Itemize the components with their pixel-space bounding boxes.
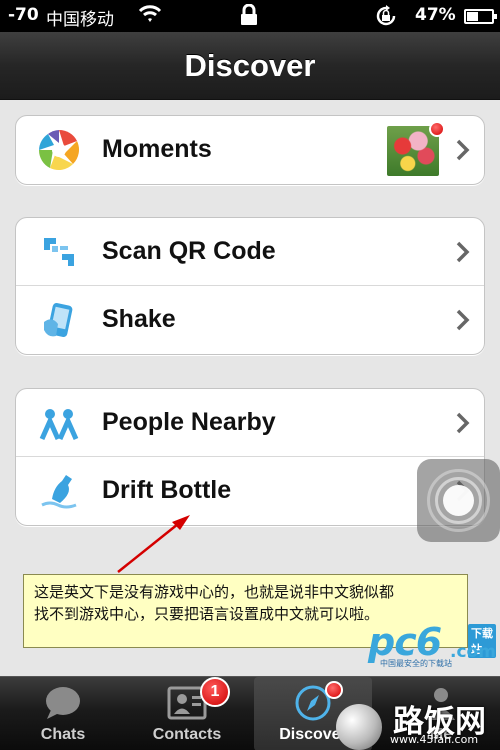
signal-strength: -70 (8, 5, 39, 25)
row-shake[interactable]: Shake (16, 286, 484, 354)
people-nearby-icon (39, 409, 79, 441)
chevron-right-icon (456, 309, 470, 331)
chevron-right-icon (456, 412, 470, 434)
chevron-right-icon (456, 241, 470, 263)
drift-bottle-icon (41, 475, 77, 509)
row-label: Scan QR Code (102, 237, 276, 265)
row-drift-bottle[interactable]: Drift Bottle (16, 457, 484, 525)
tab-chats[interactable]: Chats (4, 677, 122, 750)
contacts-badge: 1 (200, 677, 230, 707)
row-label: Shake (102, 305, 176, 333)
scan-shake-group: Scan QR Code Shake (15, 217, 485, 355)
row-moments[interactable]: Moments (16, 116, 484, 184)
pc6-subtitle: 中国最安全的下载站 (380, 659, 452, 668)
moments-aperture-icon (38, 129, 79, 170)
scan-qr-code-icon (44, 238, 74, 266)
row-label: Drift Bottle (102, 476, 232, 504)
battery-percentage: 47% (415, 5, 456, 25)
row-label: Moments (102, 135, 212, 163)
lufan-url: www.45fan.com (390, 733, 479, 746)
shake-phone-icon (44, 303, 73, 337)
row-label: People Nearby (102, 408, 276, 436)
chevron-right-icon (456, 139, 470, 161)
discover-new-dot (325, 681, 343, 699)
rotation-lock-icon (376, 5, 396, 26)
lock-icon (241, 4, 257, 25)
new-moments-dot (429, 121, 445, 137)
tab-label: Contacts (152, 726, 222, 743)
wifi-icon (138, 5, 162, 22)
lufan-logo-icon (336, 704, 382, 750)
chat-bubble-icon (46, 687, 80, 719)
pc6-com: .com (450, 642, 496, 662)
navigation-bar: Discover (0, 32, 500, 100)
page-title: Discover (184, 48, 316, 83)
row-scan-qr-code[interactable]: Scan QR Code (16, 218, 484, 286)
assistive-touch-button[interactable] (417, 459, 500, 542)
status-bar: -70 中国移动 47% (0, 0, 500, 32)
carrier-name: 中国移动 (46, 10, 114, 30)
row-people-nearby[interactable]: People Nearby (16, 389, 484, 457)
annotation-line-1: 这是英文下是没有游戏中心的，也就是说非中文貌似都 (34, 583, 395, 601)
moments-group: Moments (15, 115, 485, 185)
nearby-bottle-group: People Nearby Drift Bottle (15, 388, 485, 526)
tab-label: Chats (40, 726, 86, 743)
battery-icon (464, 9, 497, 24)
pc6-watermark: pc6 下载站 .com 中国最安全的下载站 (368, 620, 496, 670)
